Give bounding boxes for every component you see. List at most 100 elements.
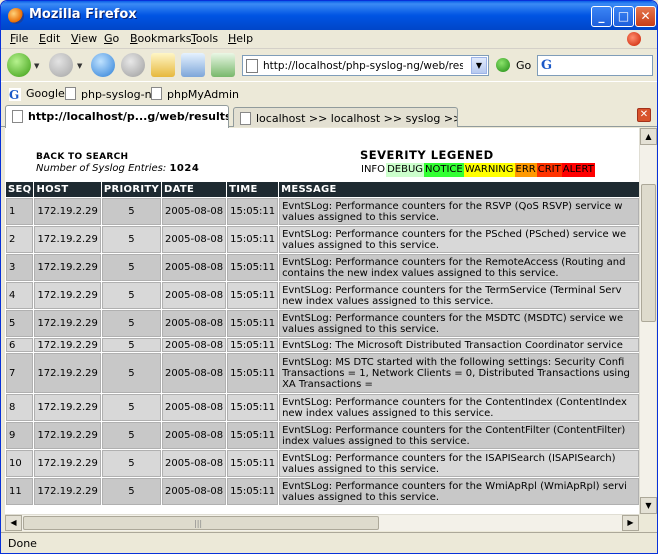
- cell-host: 172.19.2.29: [34, 450, 101, 477]
- title-bar[interactable]: Mozilla Firefox _ □ ✕: [1, 1, 657, 30]
- message-line: contains the new index values assigned t…: [282, 267, 559, 279]
- table-row[interactable]: 7 172.19.2.29 5 2005-08-08 15:05:11 EvntSLog:…: [6, 353, 639, 393]
- menu-bookmarks[interactable]: Bookmarks: [130, 32, 191, 45]
- table-row[interactable]: 9 172.19.2.29 5 2005-08-08 15:05:11 EvntSLog:…: [6, 422, 639, 449]
- column-header-message[interactable]: MESSAGE: [279, 182, 639, 197]
- cell-host: 172.19.2.29: [34, 282, 101, 309]
- go-label: Go: [516, 59, 532, 72]
- menu-edit[interactable]: Edit: [39, 32, 60, 45]
- page-icon: [151, 87, 162, 100]
- cell-host: 172.19.2.29: [34, 478, 101, 505]
- vertical-scroll-thumb[interactable]: [641, 184, 656, 322]
- cell-time: 15:05:11: [227, 226, 279, 253]
- horizontal-scroll-thumb[interactable]: |||: [23, 516, 379, 530]
- address-bar[interactable]: ▼: [242, 55, 489, 76]
- cell-date: 2005-08-08: [162, 422, 227, 449]
- legend-item-notice: NOTICE: [424, 163, 464, 177]
- cell-message: EvntSLog: Performance counters for the P…: [279, 226, 639, 253]
- cell-host: 172.19.2.29: [34, 394, 101, 421]
- forward-history-dropdown-icon[interactable]: ▼: [77, 62, 82, 70]
- cell-seq: 3: [6, 254, 34, 281]
- table-row[interactable]: 11 172.19.2.29 5 2005-08-08 15:05:11 EvntSLog…: [6, 478, 639, 505]
- back-history-dropdown-icon[interactable]: ▼: [34, 62, 39, 70]
- menu-bar: File Edit View Go Bookmarks Tools Help: [1, 30, 657, 49]
- cell-date: 2005-08-08: [162, 338, 227, 352]
- tab-strip: http://localhost/p...g/web/results.php l…: [1, 103, 657, 128]
- horizontal-scrollbar[interactable]: ◀ ||| ▶: [5, 514, 639, 531]
- cell-message: EvntSLog: MS DTC started with the follow…: [279, 353, 639, 393]
- cell-time: 15:05:11: [227, 254, 279, 281]
- table-row[interactable]: 2 172.19.2.29 5 2005-08-08 15:05:11 EvntSLog:…: [6, 226, 639, 253]
- cell-priority: 5: [101, 254, 162, 281]
- cell-time: 15:05:11: [227, 310, 279, 337]
- cell-seq: 4: [6, 282, 34, 309]
- reload-icon[interactable]: [91, 53, 115, 77]
- bookmark-google[interactable]: G Google: [9, 87, 65, 102]
- message-line: EvntSLog: Performance counters for the C…: [282, 396, 627, 408]
- message-line: Transactions = 1, Network Clients = 0, D…: [282, 367, 630, 379]
- cell-host: 172.19.2.29: [34, 198, 101, 225]
- search-box[interactable]: G: [537, 55, 653, 76]
- cell-priority: 5: [101, 353, 162, 393]
- menu-tools[interactable]: Tools: [191, 32, 218, 45]
- new-window-icon[interactable]: [211, 53, 235, 77]
- page-icon: [65, 87, 76, 100]
- column-header-date[interactable]: DATE: [162, 182, 227, 197]
- table-row[interactable]: 10 172.19.2.29 5 2005-08-08 15:05:11 EvntSLog…: [6, 450, 639, 477]
- url-history-dropdown-icon[interactable]: ▼: [471, 57, 487, 74]
- legend-item-alert: ALERT: [561, 163, 595, 177]
- scroll-left-arrow-icon[interactable]: ◀: [5, 515, 22, 531]
- cell-priority: 5: [101, 282, 162, 309]
- severity-legend-title: SEVERITY LEGENED: [360, 148, 494, 162]
- maximize-button[interactable]: □: [613, 6, 634, 27]
- tab-results[interactable]: http://localhost/p...g/web/results.php: [5, 105, 229, 128]
- back-to-search-link[interactable]: BACK TO SEARCH: [36, 152, 128, 162]
- url-input[interactable]: [263, 58, 463, 73]
- cell-message: EvntSLog: Performance counters for the C…: [279, 394, 639, 421]
- page-icon: [246, 59, 258, 73]
- page-content: BACK TO SEARCH Number of Syslog Entries:…: [5, 128, 639, 514]
- cell-date: 2005-08-08: [162, 450, 227, 477]
- cell-message: EvntSLog: Performance counters for the M…: [279, 310, 639, 337]
- close-tab-icon[interactable]: ✕: [637, 108, 651, 122]
- close-window-button[interactable]: ✕: [635, 6, 656, 27]
- menu-file[interactable]: File: [10, 32, 28, 45]
- scroll-up-arrow-icon[interactable]: ▲: [640, 128, 657, 145]
- message-line: EvntSLog: Performance counters for the R…: [282, 256, 626, 268]
- vertical-scrollbar[interactable]: ▲ ▼: [639, 128, 657, 514]
- legend-item-debug: DEBUG: [386, 163, 425, 177]
- forward-arrow-icon[interactable]: [49, 53, 73, 77]
- go-button[interactable]: Go: [496, 57, 536, 75]
- menu-view[interactable]: View: [71, 32, 97, 45]
- scroll-right-arrow-icon[interactable]: ▶: [622, 515, 639, 531]
- column-header-priority[interactable]: PRIORITY: [101, 182, 162, 197]
- menu-help[interactable]: Help: [228, 32, 253, 45]
- stop-icon[interactable]: [121, 53, 145, 77]
- cell-date: 2005-08-08: [162, 353, 227, 393]
- back-arrow-icon[interactable]: [7, 53, 31, 77]
- browser-window: Mozilla Firefox _ □ ✕ File Edit View Go …: [0, 0, 658, 554]
- scroll-down-arrow-icon[interactable]: ▼: [640, 497, 657, 514]
- column-header-seq[interactable]: SEQ: [6, 182, 34, 197]
- cell-date: 2005-08-08: [162, 394, 227, 421]
- table-row[interactable]: 1 172.19.2.29 5 2005-08-08 15:05:11 EvntSLog:…: [6, 198, 639, 225]
- message-line: new index values assigned to this servic…: [282, 407, 494, 419]
- tab-label: localhost >> localhost >> syslog >> logs…: [256, 112, 457, 125]
- new-tab-icon[interactable]: [181, 53, 205, 77]
- home-icon[interactable]: [151, 53, 175, 77]
- table-row[interactable]: 4 172.19.2.29 5 2005-08-08 15:05:11 EvntSLog:…: [6, 282, 639, 309]
- bookmark-php-syslog-ng[interactable]: php-syslog-ng: [65, 87, 159, 101]
- minimize-button[interactable]: _: [591, 6, 612, 27]
- google-search-icon[interactable]: G: [541, 58, 552, 73]
- menu-go[interactable]: Go: [104, 32, 119, 45]
- column-header-time[interactable]: TIME: [227, 182, 279, 197]
- table-row[interactable]: 3 172.19.2.29 5 2005-08-08 15:05:11 EvntSLog:…: [6, 254, 639, 281]
- tab-phpmyadmin[interactable]: localhost >> localhost >> syslog >> logs…: [233, 107, 458, 127]
- cell-priority: 5: [101, 338, 162, 352]
- column-header-host[interactable]: HOST: [34, 182, 101, 197]
- table-row[interactable]: 5 172.19.2.29 5 2005-08-08 15:05:11 EvntSLog:…: [6, 310, 639, 337]
- bookmark-phpmyadmin[interactable]: phpMyAdmin: [151, 87, 239, 101]
- table-row[interactable]: 8 172.19.2.29 5 2005-08-08 15:05:11 EvntSLog:…: [6, 394, 639, 421]
- cell-seq: 2: [6, 226, 34, 253]
- table-row[interactable]: 6 172.19.2.29 5 2005-08-08 15:05:11 EvntSLog:…: [6, 338, 639, 352]
